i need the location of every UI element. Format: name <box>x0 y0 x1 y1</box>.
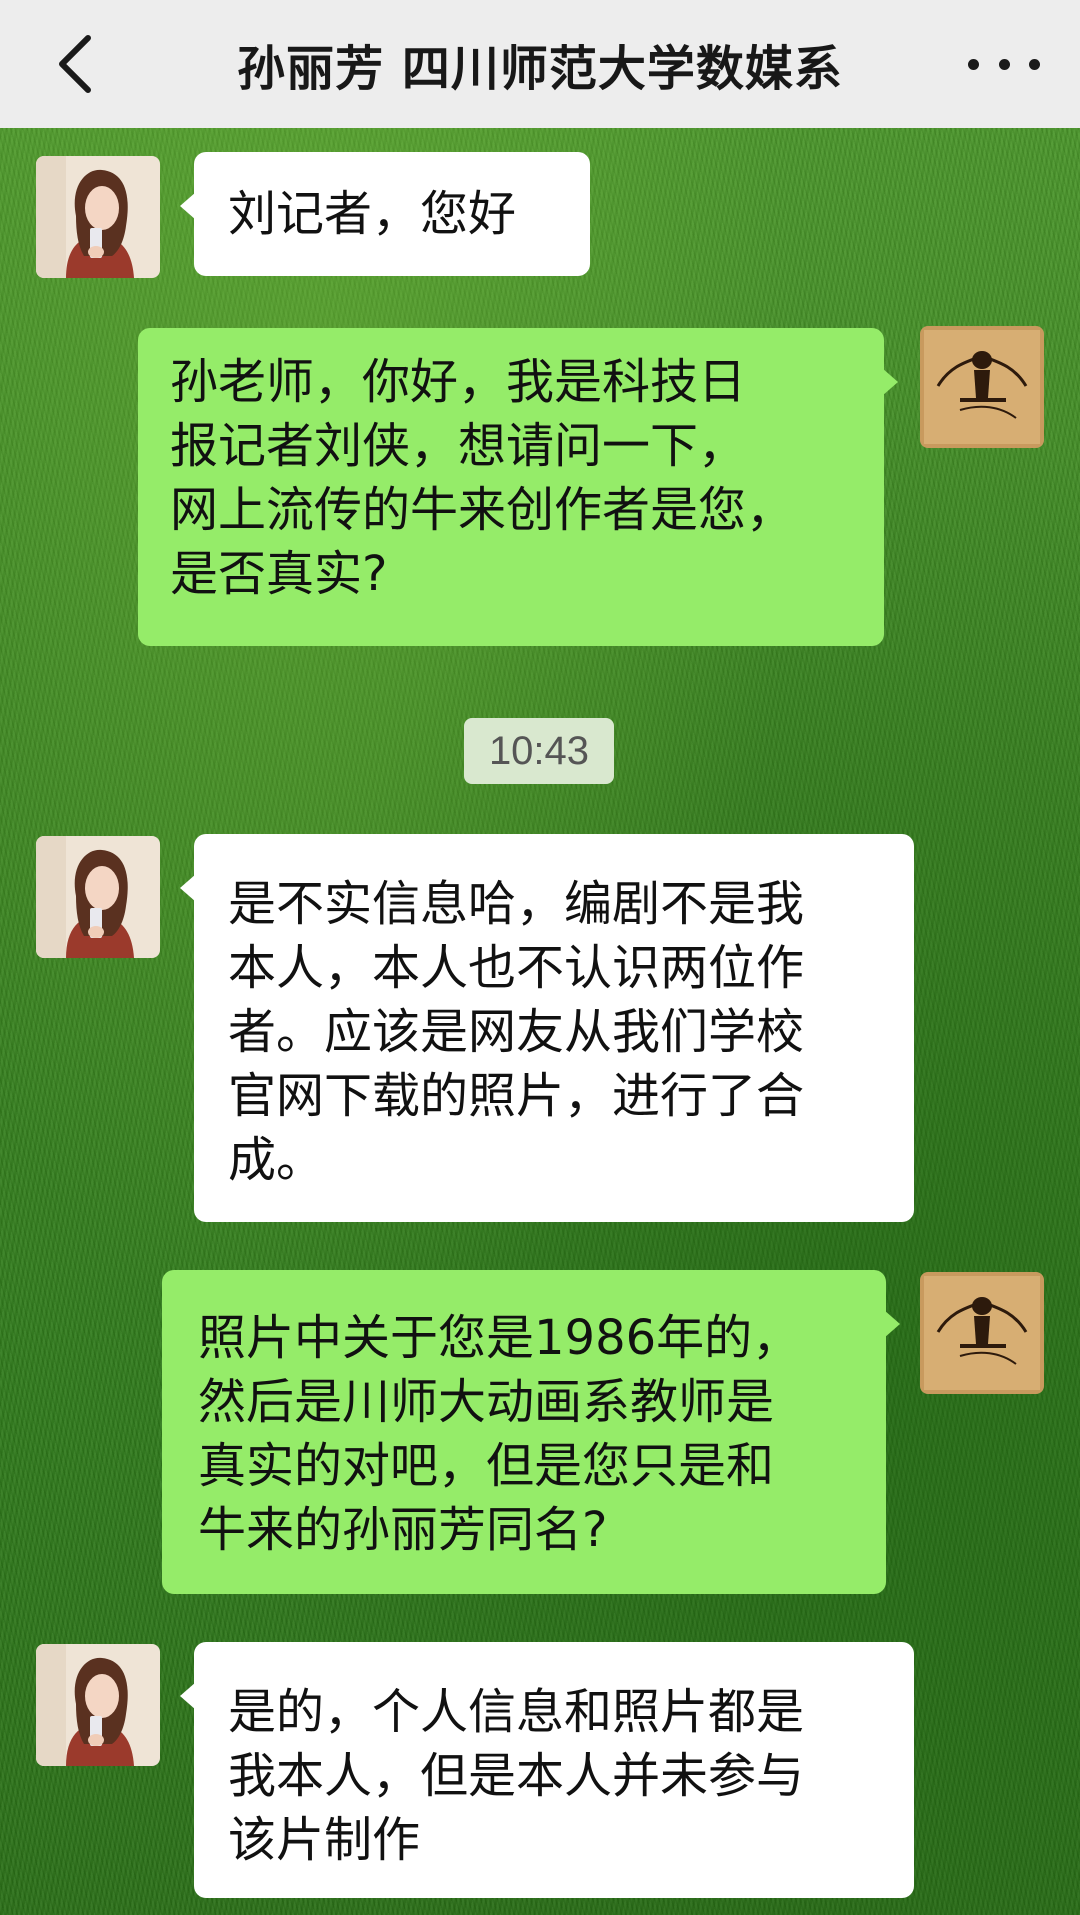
self-avatar[interactable] <box>920 1272 1044 1394</box>
message-bubble-sent[interactable]: 照片中关于您是1986年的， 然后是川师大动画系教师是 真实的对吧，但是您只是和… <box>162 1270 900 1594</box>
self-avatar[interactable] <box>920 326 1044 448</box>
chevron-left-icon[interactable] <box>48 30 108 98</box>
message-bubble-received[interactable]: 刘记者，您好 <box>180 152 590 276</box>
chat-header: 孙丽芳 四川师范大学数媒系 <box>0 0 1080 128</box>
message-bubble-sent[interactable]: 孙老师，你好，我是科技日 报记者刘侠，想请问一下， 网上流传的牛来创作者是您， … <box>138 328 898 646</box>
message-bubble-received[interactable]: 是的，个人信息和照片都是 我本人，但是本人并未参与 该片制作 <box>180 1642 914 1898</box>
chat-title: 孙丽芳 四川师范大学数媒系 <box>237 41 843 97</box>
contact-avatar[interactable] <box>36 1644 160 1766</box>
contact-avatar[interactable] <box>36 156 160 278</box>
contact-avatar[interactable] <box>36 836 160 958</box>
message-bubble-received[interactable]: 是不实信息哈，编剧不是我 本人，本人也不认识两位作 者。应该是网友从我们学校 官… <box>180 834 914 1222</box>
timestamp-badge: 10:43 <box>464 718 614 784</box>
more-dots-icon[interactable] <box>968 34 1040 94</box>
